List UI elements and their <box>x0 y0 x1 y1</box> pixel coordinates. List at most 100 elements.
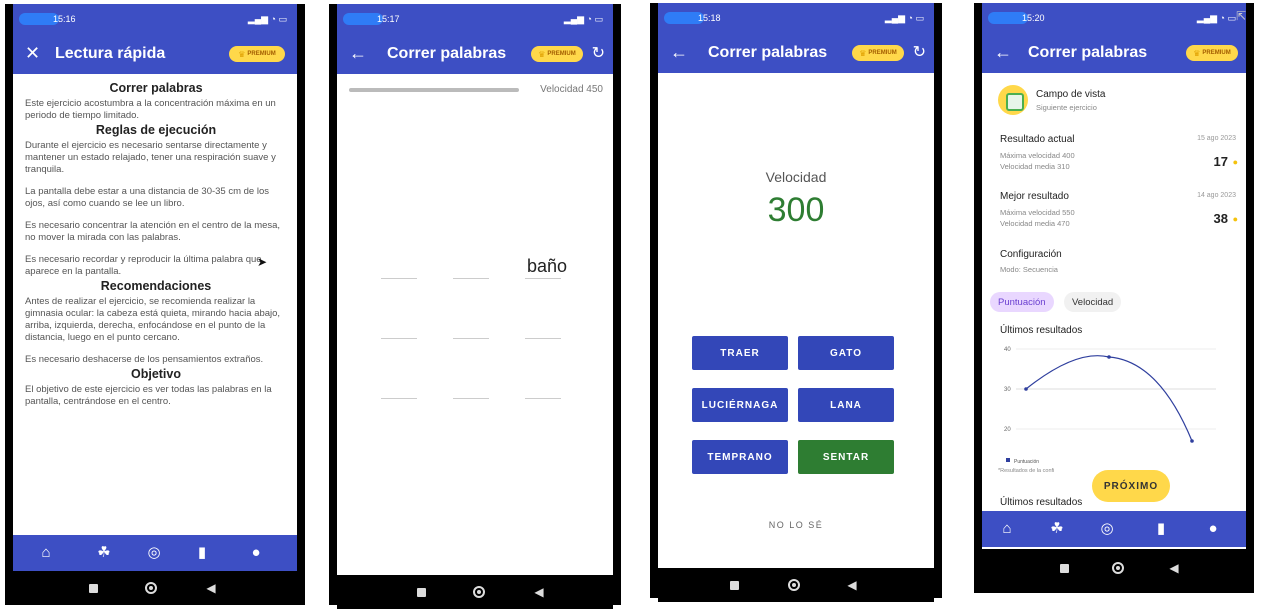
speed-label: Velocidad <box>765 169 827 185</box>
app-bar: ← Correr palabras ♛ PREMIUM <box>982 33 1246 73</box>
status-bar: 15:18 ▂▄▆ ◔ ▭ <box>658 3 934 33</box>
speed-label: Velocidad 450 <box>540 84 603 95</box>
current-avg-speed: Velocidad media 310 <box>1000 162 1070 171</box>
system-nav-bar: ◀ <box>982 551 1246 585</box>
signal-wifi-battery-icon: ▂▄▆ ◔ ▭ <box>884 13 924 23</box>
home-button[interactable] <box>145 582 157 594</box>
target-icon[interactable]: ◎ <box>145 544 163 562</box>
mouse-cursor: ➤ <box>257 255 268 269</box>
next-exercise-name[interactable]: Campo de vista <box>1036 89 1105 100</box>
refresh-icon[interactable]: ↻ <box>913 42 926 62</box>
mouse-cursor: ⇱ <box>1236 9 1247 23</box>
book-icon[interactable]: ▮ <box>193 544 211 562</box>
back-arrow-icon[interactable]: ← <box>670 42 688 62</box>
current-max-speed: Máxima velocidad 400 <box>1000 151 1075 160</box>
configuration-label: Configuración <box>1000 249 1062 260</box>
system-nav-bar: ◀ <box>13 571 297 605</box>
book-icon[interactable]: ▮ <box>1152 520 1170 538</box>
home-icon[interactable]: ⌂ <box>37 544 55 562</box>
recents-button[interactable] <box>417 588 426 597</box>
status-time: 15:17 <box>377 14 400 24</box>
section-paragraph: Antes de realizar el ejercicio, se recom… <box>25 296 281 343</box>
word-slot <box>525 278 561 279</box>
app-bar: ← Correr palabras ♛ PREMIUM ↻ <box>658 33 934 73</box>
dont-know-button[interactable]: NO LO SÉ <box>658 520 934 530</box>
phone-3: 15:18 ▂▄▆ ◔ ▭ ← Correr palabras ♛ PREMIUM… <box>650 3 942 602</box>
back-button[interactable]: ◀ <box>846 579 858 591</box>
premium-badge[interactable]: ♛ PREMIUM <box>852 45 904 61</box>
app-bar: ← Correr palabras ♛ PREMIUM ↻ <box>337 34 613 74</box>
premium-badge[interactable]: ♛ PREMIUM <box>531 46 583 62</box>
system-nav-bar: ◀ <box>337 575 613 609</box>
recents-button[interactable] <box>1060 564 1069 573</box>
word-slot <box>381 398 417 399</box>
tab-speed[interactable]: Velocidad <box>1064 292 1122 312</box>
progress-bar <box>349 88 519 92</box>
back-button[interactable]: ◀ <box>533 586 545 598</box>
section-heading: Recomendaciones <box>100 279 212 293</box>
current-result-date: 15 ago 2023 <box>1197 135 1236 142</box>
premium-badge[interactable]: ♛ PREMIUM <box>229 46 285 62</box>
page-title: Correr palabras <box>1028 44 1148 61</box>
data-point <box>1190 439 1194 443</box>
next-exercise-subtitle: Siguiente ejercicio <box>1036 103 1097 112</box>
signal-wifi-battery-icon: ▂▄▆ ◔ ▭ <box>247 14 287 24</box>
bottom-heading: Últimos resultados <box>1000 497 1083 508</box>
answer-button-sentar[interactable]: SENTAR <box>798 440 894 474</box>
home-button[interactable] <box>473 586 485 598</box>
page-title: Correr palabras <box>387 45 507 62</box>
back-arrow-icon[interactable]: ← <box>994 42 1012 62</box>
star-icon: ● <box>1232 214 1238 224</box>
back-arrow-icon[interactable]: ← <box>349 43 367 63</box>
profile-icon[interactable]: ● <box>1204 520 1222 538</box>
section-paragraph: La pantalla debe estar a una distancia d… <box>25 186 269 209</box>
data-point <box>1024 387 1028 391</box>
next-button[interactable]: PRÓXIMO <box>1092 470 1170 502</box>
answer-button-luciernaga[interactable]: LUCIÉRNAGA <box>692 388 788 422</box>
home-button[interactable] <box>1112 562 1124 574</box>
star-icon: ● <box>1232 157 1238 167</box>
section-paragraph: Es necesario recordar y reproducir la úl… <box>25 254 262 277</box>
status-bar: 15:16 ▂▄▆ ◔ ▭ <box>13 4 297 34</box>
word-slot <box>453 398 489 399</box>
y-tick-label: 40 <box>1004 347 1011 353</box>
premium-badge[interactable]: ♛ PREMIUM <box>1186 45 1238 61</box>
word-slot <box>453 278 489 279</box>
best-result-date: 14 ago 2023 <box>1197 192 1236 199</box>
refresh-icon[interactable]: ↻ <box>592 43 605 63</box>
instructions-text: Correr palabras Este ejercicio acostumbra… <box>25 80 287 408</box>
back-button[interactable]: ◀ <box>1168 562 1180 574</box>
close-icon[interactable]: ✕ <box>25 43 40 63</box>
target-icon[interactable]: ◎ <box>1098 520 1116 538</box>
answer-button-traer[interactable]: TRAER <box>692 336 788 370</box>
section-paragraph: Este ejercicio acostumbra a la concentra… <box>25 98 276 121</box>
answer-button-lana[interactable]: LANA <box>798 388 894 422</box>
crown-icon: ♛ <box>1193 48 1201 58</box>
section-heading: Reglas de ejecución <box>95 123 217 137</box>
answer-button-temprano[interactable]: TEMPRANO <box>692 440 788 474</box>
best-avg-speed: Velocidad media 470 <box>1000 219 1070 228</box>
status-time: 15:18 <box>698 13 721 23</box>
recents-button[interactable] <box>89 584 98 593</box>
best-result-label: Mejor resultado <box>1000 191 1069 202</box>
exercises-icon[interactable]: ☘ <box>1048 520 1066 538</box>
back-button[interactable]: ◀ <box>205 582 217 594</box>
answer-button-gato[interactable]: GATO <box>798 336 894 370</box>
home-icon[interactable]: ⌂ <box>998 520 1016 538</box>
recents-button[interactable] <box>730 581 739 590</box>
section-paragraph: Es necesario deshacerse de los pensamien… <box>25 354 264 365</box>
field-of-view-icon[interactable] <box>998 85 1028 115</box>
signal-wifi-battery-icon: ▂▄▆ ◔ ▭ <box>563 14 603 24</box>
exercises-icon[interactable]: ☘ <box>95 544 113 562</box>
phone-4: 15:20 ▂▄▆ ◔ ▭ ← Correr palabras ♛ PREMIUM… <box>974 3 1254 593</box>
series-line-score <box>1025 355 1193 442</box>
results-chart: 40 30 20 Puntuación <box>1004 347 1216 465</box>
bottom-tab-bar: ⌂ ☘ ◎ ▮ ● <box>13 535 297 571</box>
legend-label: Puntuación <box>1014 459 1039 465</box>
section-heading: Objetivo <box>130 367 181 381</box>
app-bar: ✕ Lectura rápida ♛ PREMIUM <box>13 34 297 74</box>
system-nav-bar: ◀ <box>658 568 934 602</box>
home-button[interactable] <box>788 579 800 591</box>
profile-icon[interactable]: ● <box>247 544 265 562</box>
tab-score[interactable]: Puntuación <box>990 292 1054 312</box>
